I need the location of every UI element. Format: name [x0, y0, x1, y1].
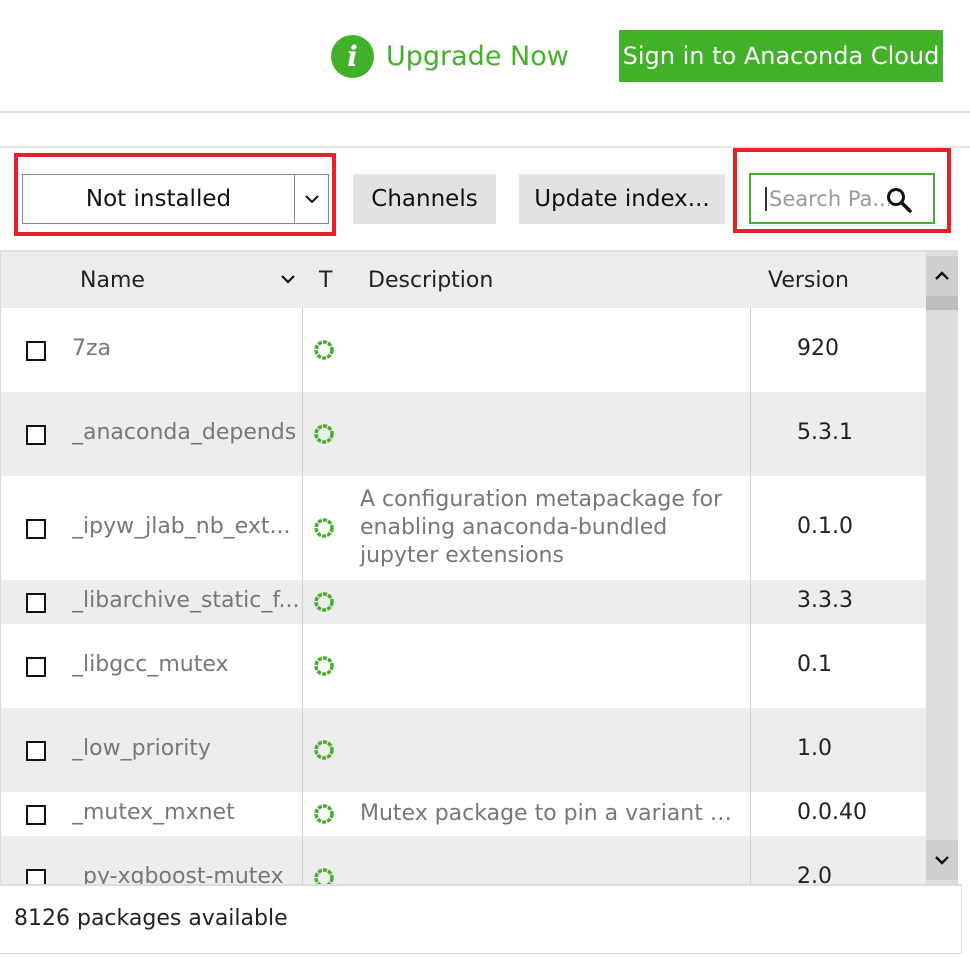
table-row[interactable]: _anaconda_depends 5.3.1 — [1, 392, 926, 476]
filter-selected-value: Not installed — [85, 186, 232, 212]
column-header-description[interactable]: Description — [368, 268, 493, 293]
table-row[interactable]: _low_priority 1.0 — [1, 708, 926, 792]
table-row[interactable]: 7za 920 — [1, 308, 926, 392]
row-checkbox[interactable] — [26, 519, 46, 539]
status-ring-icon — [314, 518, 334, 538]
package-name: _anaconda_depends — [72, 420, 297, 445]
table-header: Name T Description Version — [1, 250, 926, 308]
table-row[interactable]: _libgcc_mutex 0.1 — [1, 624, 926, 708]
package-name: _mutex_mxnet — [72, 800, 235, 825]
package-version: 1.0 — [797, 736, 832, 761]
row-checkbox[interactable] — [26, 425, 46, 445]
status-ring-icon — [314, 656, 334, 676]
scroll-up-button[interactable] — [926, 256, 958, 296]
scroll-down-button[interactable] — [926, 840, 958, 880]
sort-chevron-icon[interactable] — [280, 274, 296, 285]
status-ring-icon — [314, 592, 334, 612]
table-row[interactable]: _mutex_mxnet Mutex package to pin a vari… — [1, 792, 926, 836]
package-description: A configuration metapackage for enabling… — [360, 487, 723, 568]
package-table: Name T Description Version 7za 920 _anac… — [0, 250, 926, 886]
row-checkbox[interactable] — [26, 657, 46, 677]
package-version: 0.1 — [797, 652, 832, 677]
table-row[interactable]: _libarchive_static_f... 3.3.3 — [1, 580, 926, 624]
package-name: _ipyw_jlab_nb_ext... — [72, 514, 291, 539]
column-divider[interactable] — [750, 308, 751, 886]
status-ring-icon — [314, 340, 334, 360]
upgrade-now-label: Upgrade Now — [386, 40, 569, 72]
package-name: _libgcc_mutex — [72, 652, 229, 677]
column-divider[interactable] — [302, 308, 303, 886]
update-index-button[interactable]: Update index... — [519, 174, 725, 224]
info-icon: i — [331, 34, 374, 78]
package-name: 7za — [72, 336, 112, 361]
column-header-type[interactable]: T — [319, 268, 332, 293]
package-version: 3.3.3 — [797, 588, 853, 613]
package-version: 0.0.40 — [797, 800, 867, 825]
row-checkbox[interactable] — [26, 341, 46, 361]
package-version: 2.0 — [797, 864, 832, 886]
table-row[interactable]: _ipyw_jlab_nb_ext... A configuration met… — [1, 476, 926, 580]
row-checkbox[interactable] — [26, 593, 46, 613]
package-name: _py-xgboost-mutex — [72, 864, 284, 886]
package-name: _low_priority — [72, 736, 211, 761]
sign-in-button[interactable]: Sign in to Anaconda Cloud — [619, 30, 943, 82]
search-packages-field[interactable] — [749, 173, 935, 224]
status-ring-icon — [314, 424, 334, 444]
column-header-version[interactable]: Version — [768, 268, 849, 293]
package-version: 920 — [797, 336, 839, 361]
upgrade-now-link[interactable]: i Upgrade Now — [331, 34, 569, 78]
channels-button[interactable]: Channels — [353, 174, 496, 224]
package-version: 5.3.1 — [797, 420, 853, 445]
row-checkbox[interactable] — [26, 805, 46, 825]
packages-count-label: 8126 packages available — [14, 906, 288, 931]
table-row[interactable]: _py-xgboost-mutex 2.0 — [1, 836, 926, 886]
top-header: i Upgrade Now Sign in to Anaconda Cloud — [0, 0, 970, 113]
status-bar: 8126 packages available — [0, 884, 962, 954]
package-filter-select[interactable]: Not installed — [22, 174, 329, 224]
package-description: Mutex package to pin a variant of ... — [360, 801, 745, 826]
package-toolbar: Not installed Channels Update index... — [0, 146, 970, 250]
row-checkbox[interactable] — [26, 741, 46, 761]
chevron-down-icon[interactable] — [294, 175, 328, 223]
search-input[interactable] — [765, 186, 889, 211]
search-icon[interactable] — [885, 186, 913, 214]
status-ring-icon — [314, 804, 334, 824]
status-ring-icon — [314, 740, 334, 760]
scroll-thumb[interactable] — [926, 296, 958, 310]
chevron-down-icon — [935, 856, 949, 865]
package-version: 0.1.0 — [797, 514, 853, 539]
vertical-scrollbar[interactable] — [926, 250, 958, 886]
column-header-name[interactable]: Name — [80, 268, 145, 293]
chevron-up-icon — [935, 271, 949, 280]
package-name: _libarchive_static_f... — [72, 588, 300, 613]
